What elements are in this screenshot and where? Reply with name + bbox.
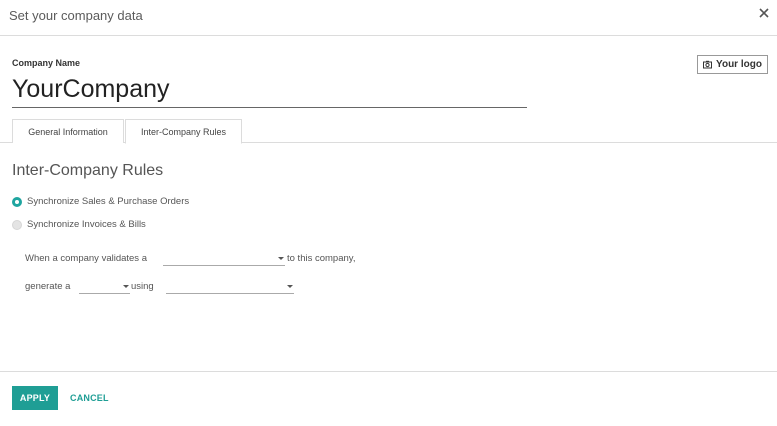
dialog-footer: APPLY CANCEL	[0, 371, 777, 426]
to-this-company-text: to this company,	[287, 253, 356, 264]
chevron-down-icon	[278, 257, 284, 260]
company-name-field[interactable]: YourCompany	[12, 73, 527, 108]
tab-bar: General Information Inter-Company Rules	[0, 119, 777, 144]
tab-general-information[interactable]: General Information	[12, 119, 124, 143]
company-name-label: Company Name	[12, 58, 81, 68]
dialog-header: Set your company data	[0, 0, 777, 36]
using-select[interactable]	[166, 280, 294, 294]
using-text: using	[131, 281, 154, 292]
when-validates-text: When a company validates a	[25, 253, 147, 264]
chevron-down-icon	[287, 285, 293, 288]
dialog-title: Set your company data	[9, 8, 143, 23]
validates-document-select[interactable]	[163, 252, 285, 266]
tab-inter-company-rules[interactable]: Inter-Company Rules	[125, 119, 242, 144]
generate-a-text: generate a	[25, 281, 71, 292]
radio-label: Synchronize Invoices & Bills	[27, 219, 146, 230]
radio-checked-icon[interactable]	[12, 196, 22, 207]
your-logo-button[interactable]: Your logo	[697, 55, 768, 74]
radio-sync-sales-purchase[interactable]: Synchronize Sales & Purchase Orders	[12, 196, 189, 207]
apply-button[interactable]: APPLY	[12, 386, 58, 410]
radio-unchecked-icon[interactable]	[12, 219, 22, 230]
radio-sync-invoices-bills[interactable]: Synchronize Invoices & Bills	[12, 219, 146, 230]
radio-label: Synchronize Sales & Purchase Orders	[27, 196, 190, 207]
close-icon[interactable]	[757, 6, 771, 20]
generate-document-select[interactable]	[79, 280, 130, 294]
company-setup-dialog: Set your company data Company Name YourC…	[0, 0, 777, 426]
section-title: Inter-Company Rules	[12, 162, 164, 179]
camera-icon	[703, 60, 713, 69]
chevron-down-icon	[123, 285, 129, 288]
cancel-button[interactable]: CANCEL	[70, 386, 109, 410]
your-logo-label: Your logo	[716, 59, 762, 70]
